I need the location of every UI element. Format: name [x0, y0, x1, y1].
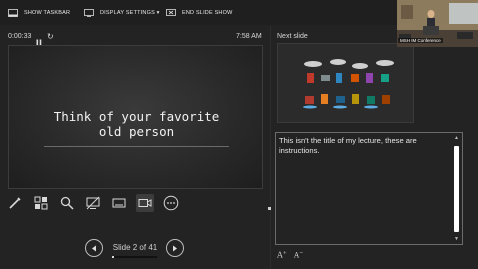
camera-toggle-button[interactable]: [136, 194, 154, 212]
increase-font-button[interactable]: A+: [277, 250, 287, 260]
slide-title: Think of your favorite old person: [9, 109, 262, 139]
next-slide-label: Next slide: [277, 33, 308, 40]
end-show-icon: [166, 9, 176, 16]
zoom-button[interactable]: [58, 194, 76, 212]
end-slide-show-button[interactable]: END SLIDE SHOW: [166, 7, 232, 19]
next-slide-preview[interactable]: [277, 43, 414, 123]
pane-resize-handle[interactable]: [268, 207, 271, 210]
presenter-tools: [0, 191, 270, 215]
notes-scrollbar-thumb[interactable]: [454, 146, 459, 232]
see-all-slides-button[interactable]: [32, 194, 50, 212]
show-taskbar-button[interactable]: SHOW TASKBAR: [8, 7, 70, 19]
display-settings-button[interactable]: DISPLAY SETTINGS ▾: [84, 7, 160, 19]
webcam-caption: MSH IM Conference: [398, 38, 443, 43]
next-slide-button[interactable]: [166, 239, 184, 257]
current-time: 7:58 AM: [236, 33, 262, 40]
slide-counter[interactable]: Slide 2 of 41: [109, 243, 161, 252]
black-screen-icon: [86, 196, 100, 210]
scroll-down-arrow-icon[interactable]: ▼: [453, 236, 460, 242]
display-settings-icon: [84, 9, 94, 17]
pane-divider[interactable]: [270, 26, 271, 269]
slide-title-line-2: old person: [98, 124, 175, 139]
subtitles-icon: [112, 198, 126, 208]
see-all-slides-icon: [34, 196, 48, 210]
decrease-font-button[interactable]: A−: [294, 250, 303, 260]
pen-icon: [9, 197, 21, 209]
current-slide[interactable]: Think of your favorite old person: [8, 45, 263, 189]
scroll-up-arrow-icon[interactable]: ▲: [453, 135, 460, 141]
speaker-notes-pane[interactable]: This isn't the title of my lecture, thes…: [275, 132, 463, 245]
next-slide-figures-image: [278, 44, 413, 122]
reset-timer-icon[interactable]: ↻: [47, 32, 54, 41]
zoom-icon: [60, 196, 74, 210]
elapsed-timer: 0:00:33: [8, 33, 32, 40]
slide-title-line-1: Think of your favorite: [53, 109, 220, 124]
previous-slide-button[interactable]: [85, 239, 103, 257]
end-slide-show-label: END SLIDE SHOW: [182, 10, 233, 16]
subtitles-button[interactable]: [110, 194, 128, 212]
taskbar-icon: [8, 9, 18, 17]
chevron-left-icon: [92, 245, 96, 251]
speaker-notes-text: This isn't the title of my lecture, thes…: [279, 136, 417, 155]
webcam-feed: MSH IM Conference: [397, 0, 478, 47]
slide-progress-bar: [112, 256, 157, 258]
chevron-right-icon: [173, 245, 177, 251]
slide-progress-fill: [112, 256, 115, 258]
more-options-button[interactable]: [162, 194, 180, 212]
pen-tool-button[interactable]: [6, 194, 24, 212]
camera-icon: [138, 199, 152, 207]
black-screen-button[interactable]: [84, 194, 102, 212]
display-settings-label: DISPLAY SETTINGS ▾: [100, 10, 160, 16]
show-taskbar-label: SHOW TASKBAR: [24, 10, 71, 16]
more-options-icon: [163, 195, 179, 211]
slide-divider-line: [44, 146, 229, 147]
notes-scrollbar[interactable]: ▲ ▼: [453, 135, 460, 242]
